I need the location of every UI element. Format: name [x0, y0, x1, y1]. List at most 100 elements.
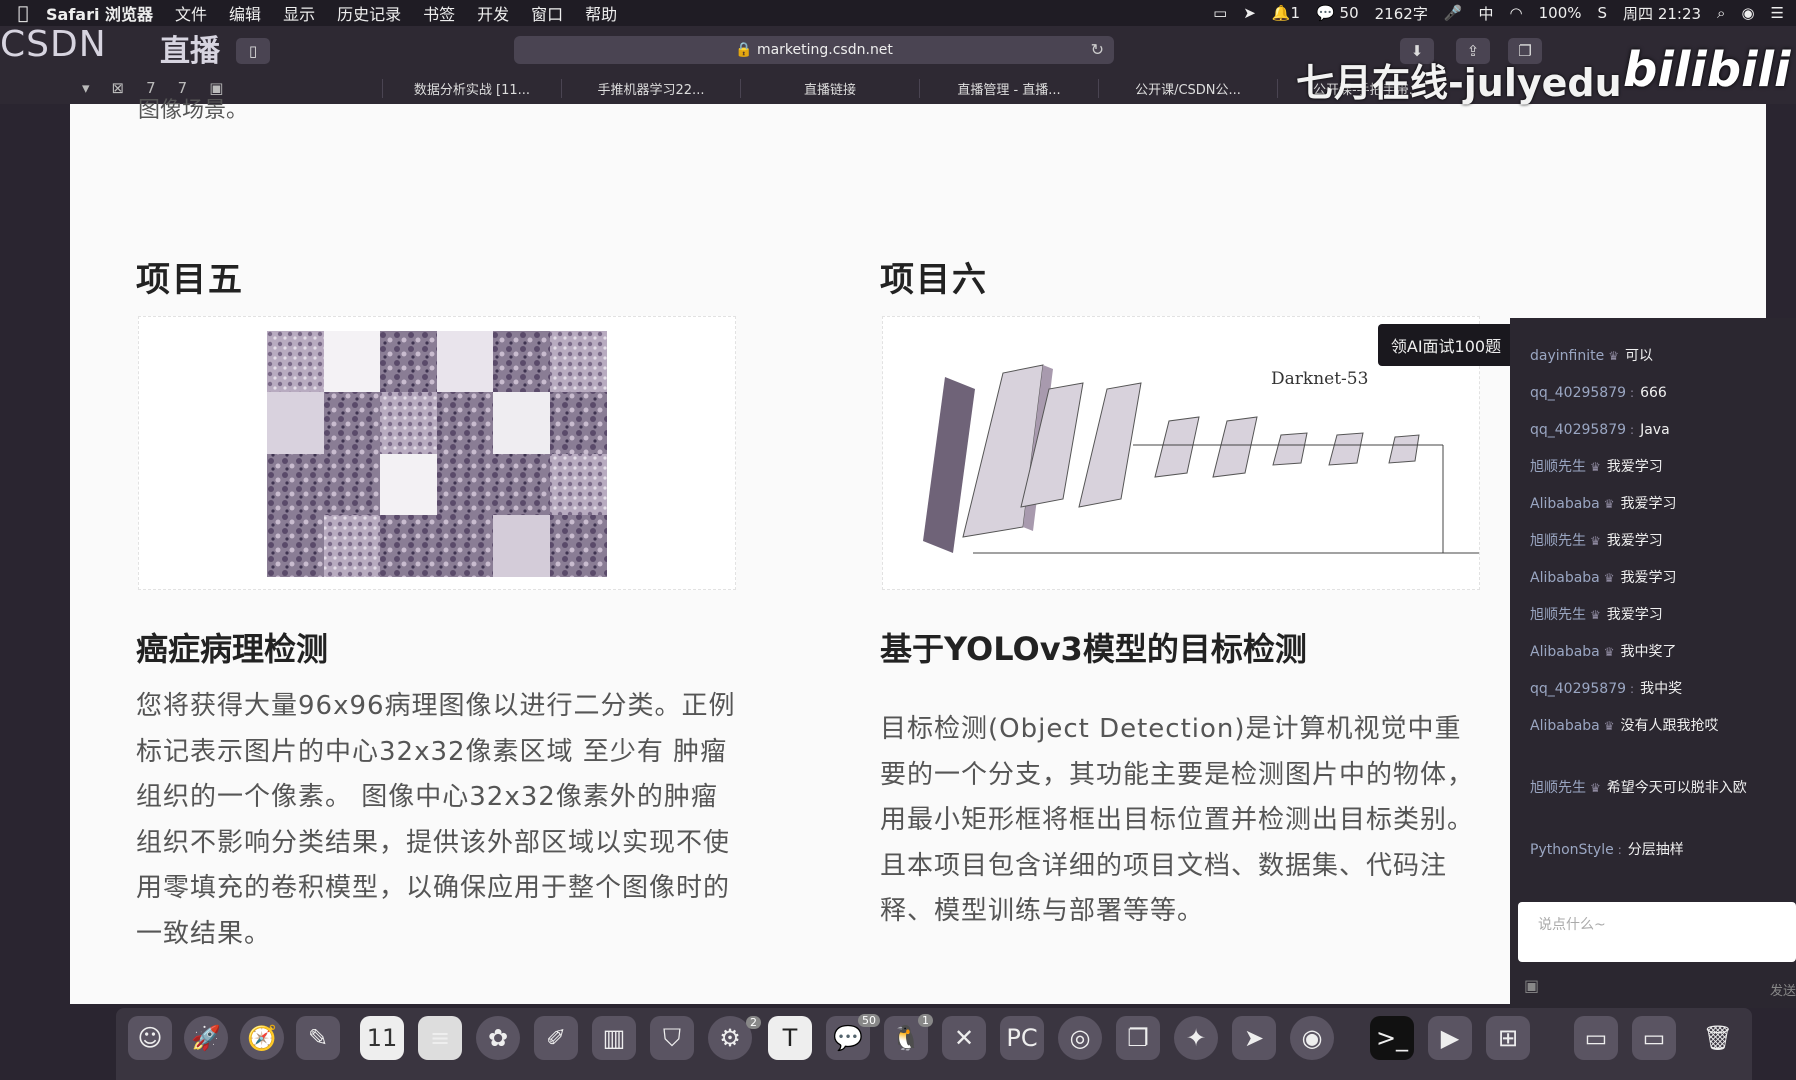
project-five-description: 您将获得大量96x96病理图像以进行二分类。正例标记表示图片的中心32x32像素…	[136, 691, 736, 949]
chat-user[interactable]: 旭顺先生	[1530, 459, 1586, 475]
menu-bookmarks[interactable]: 书签	[423, 1, 455, 25]
chat-user[interactable]: 旭顺先生	[1530, 780, 1586, 796]
notification-count: 1	[1290, 4, 1301, 22]
send-icon[interactable]: ➤	[1232, 1016, 1276, 1060]
typora-icon[interactable]: T	[768, 1016, 812, 1060]
tab-open-class[interactable]: 公开课/CSDN公...	[1098, 78, 1277, 98]
firefox-icon[interactable]: ✦	[1174, 1016, 1218, 1060]
chat-message: Alibababa ♛ 我爱学习	[1530, 492, 1780, 516]
menu-file[interactable]: 文件	[175, 1, 207, 25]
chat-text: 我爱学习	[1606, 533, 1663, 549]
minimized-window-icon[interactable]: ▭	[1632, 1016, 1676, 1060]
tab-live-link[interactable]: 直播链接	[740, 78, 919, 98]
calendar-icon[interactable]: 11	[360, 1016, 404, 1060]
search-icon[interactable]: ⌕	[1717, 4, 1725, 22]
crown-icon: ♛	[1590, 460, 1601, 474]
wechat-status-icon[interactable]: 💬 50	[1316, 4, 1359, 22]
user-icon[interactable]: ◉	[1741, 4, 1754, 22]
launchpad-icon[interactable]: 🚀	[184, 1016, 228, 1060]
chrome-icon[interactable]: ◉	[1290, 1016, 1334, 1060]
notes-icon[interactable]: ≡	[418, 1016, 462, 1060]
xmind-icon[interactable]: ✕	[942, 1016, 986, 1060]
chat-text: 分层抽样	[1627, 842, 1684, 858]
zhibo-logo: 直播	[160, 34, 220, 69]
csdn-logo: CSDN	[0, 24, 107, 65]
trash-icon[interactable]: 🗑	[1696, 1016, 1740, 1060]
preview-icon[interactable]: ✎	[296, 1016, 340, 1060]
safari-icon[interactable]: 🧭	[240, 1016, 284, 1060]
crown-icon: ♛	[1590, 534, 1601, 548]
separator: :	[1630, 682, 1635, 696]
chat-message: 旭顺先生 ♛ 我爱学习	[1530, 603, 1780, 627]
pycharm-icon[interactable]: PC	[1000, 1016, 1044, 1060]
tab-live-manage[interactable]: 直播管理 - 直播...	[919, 78, 1098, 98]
obs-icon[interactable]: ◎	[1058, 1016, 1102, 1060]
lock-icon: 🔒	[735, 42, 753, 58]
apple-icon[interactable]: 	[0, 3, 46, 24]
chat-message: Alibababa ♛ 我中奖了	[1530, 640, 1780, 664]
menu-window[interactable]: 窗口	[531, 1, 563, 25]
pathology-image-card	[138, 316, 736, 590]
menu-develop[interactable]: 开发	[477, 1, 509, 25]
chat-user[interactable]: 旭顺先生	[1530, 607, 1586, 623]
mic-icon[interactable]: 🎤	[1444, 4, 1463, 22]
tab-ml[interactable]: 手推机器学习22...	[561, 78, 740, 98]
numbers-icon[interactable]: ▥	[592, 1016, 636, 1060]
pinned-tab-icon[interactable]: ⊠	[112, 79, 125, 97]
chat-user[interactable]: qq_40295879	[1530, 385, 1626, 401]
send-button[interactable]: 发送	[1770, 980, 1796, 999]
menu-safari[interactable]: Safari 浏览器	[46, 1, 153, 25]
menu-view[interactable]: 显示	[283, 1, 315, 25]
list-icon[interactable]: ☰	[1771, 4, 1784, 22]
project-five-heading: 项目五	[136, 260, 244, 300]
location-icon[interactable]: ➤	[1243, 4, 1256, 22]
ai-interview-promo[interactable]: 领AI面试100题	[1378, 324, 1514, 366]
chat-user[interactable]: Alibababa	[1530, 496, 1600, 512]
chat-input[interactable]: 说点什么~	[1518, 902, 1796, 962]
menu-help[interactable]: 帮助	[585, 1, 617, 25]
notification-icon[interactable]: 🔔1	[1272, 4, 1300, 22]
chat-user[interactable]: dayinfinite	[1530, 348, 1604, 364]
chat-user[interactable]: Alibababa	[1530, 718, 1600, 734]
battery-level[interactable]: 100%	[1539, 4, 1582, 22]
s-app-icon[interactable]: S	[1598, 4, 1608, 22]
address-bar[interactable]: 🔒 marketing.csdn.net ↻	[514, 36, 1114, 64]
chat-user[interactable]: 旭顺先生	[1530, 533, 1586, 549]
separator: :	[1617, 843, 1622, 857]
menu-edit[interactable]: 编辑	[229, 1, 261, 25]
chat-user[interactable]: Alibababa	[1530, 644, 1600, 660]
minimized-window-icon[interactable]: ▭	[1574, 1016, 1618, 1060]
chat-text: 希望今天可以脱非入欧	[1606, 780, 1747, 796]
tab-data-analysis[interactable]: 数据分析实战 [11...	[382, 78, 561, 98]
terminal-icon[interactable]: >_	[1370, 1016, 1414, 1060]
separator: :	[1630, 386, 1635, 400]
photos-icon[interactable]: ✿	[476, 1016, 520, 1060]
chat-user[interactable]: qq_40295879	[1530, 681, 1626, 697]
chat-message: PythonStyle: 分层抽样	[1530, 838, 1780, 862]
chat-message: 旭顺先生 ♛ 我爱学习	[1530, 529, 1780, 553]
crown-icon: ♛	[1590, 608, 1601, 622]
chat-text: Java	[1640, 422, 1670, 438]
chat-user[interactable]: PythonStyle	[1530, 842, 1614, 858]
clock[interactable]: 周四 21:23	[1623, 3, 1701, 24]
crown-icon: ♛	[1603, 497, 1615, 511]
window-icon[interactable]: ❐	[1116, 1016, 1160, 1060]
char-count: 2162字	[1374, 4, 1428, 23]
chat-user[interactable]: qq_40295879	[1530, 422, 1626, 438]
texteditor-icon[interactable]: ✐	[534, 1016, 578, 1060]
chat-text: 我爱学习	[1606, 459, 1663, 475]
screen-icon[interactable]: ▭	[1213, 4, 1227, 22]
finder-icon[interactable]: ☺	[128, 1016, 172, 1060]
menu-history[interactable]: 历史记录	[337, 1, 401, 25]
wifi-icon[interactable]: ◠	[1510, 4, 1523, 22]
sidebar-toggle-button[interactable]: ▯	[236, 38, 270, 64]
input-method[interactable]: 中	[1479, 3, 1494, 24]
media-player-icon[interactable]: ▶	[1428, 1016, 1472, 1060]
pin-icon[interactable]: ▾	[82, 79, 90, 97]
keynote-icon[interactable]: ⛉	[650, 1016, 694, 1060]
screenshot-icon[interactable]: ⊞	[1486, 1016, 1530, 1060]
sysprefs-badge: 2	[746, 1016, 761, 1029]
image-upload-icon[interactable]: ▣	[1524, 976, 1539, 995]
reload-icon[interactable]: ↻	[1091, 40, 1104, 59]
chat-user[interactable]: Alibababa	[1530, 570, 1600, 586]
